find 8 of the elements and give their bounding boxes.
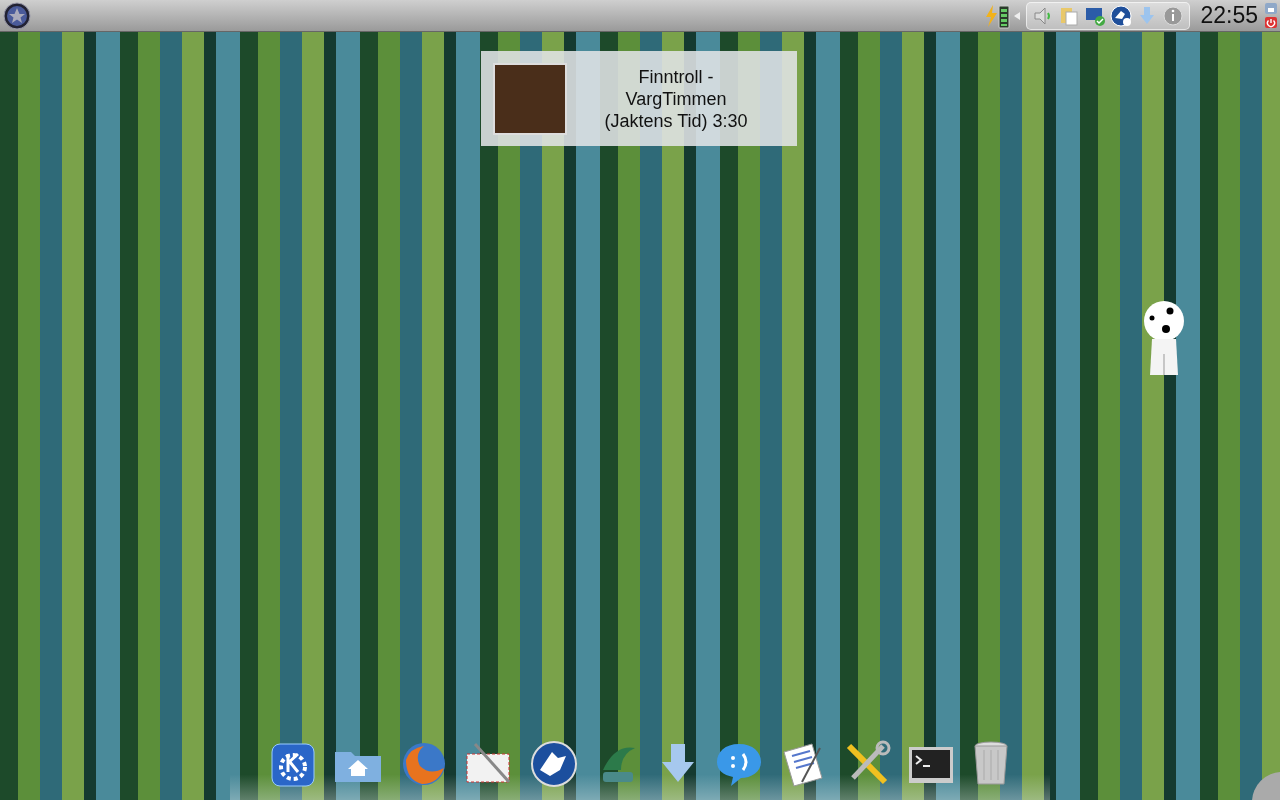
- kde-logo-icon[interactable]: [269, 742, 316, 788]
- corner-widget-icon[interactable]: [1250, 770, 1280, 800]
- power-icon[interactable]: [1264, 16, 1278, 29]
- clock: 22:55: [1199, 2, 1259, 29]
- now-playing-text: Finntroll - VargTimmen (Jaktens Tid) 3:30: [603, 65, 749, 132]
- menu-button[interactable]: [2, 1, 32, 30]
- info-icon[interactable]: [1162, 4, 1185, 27]
- battery-icon[interactable]: [984, 2, 1013, 29]
